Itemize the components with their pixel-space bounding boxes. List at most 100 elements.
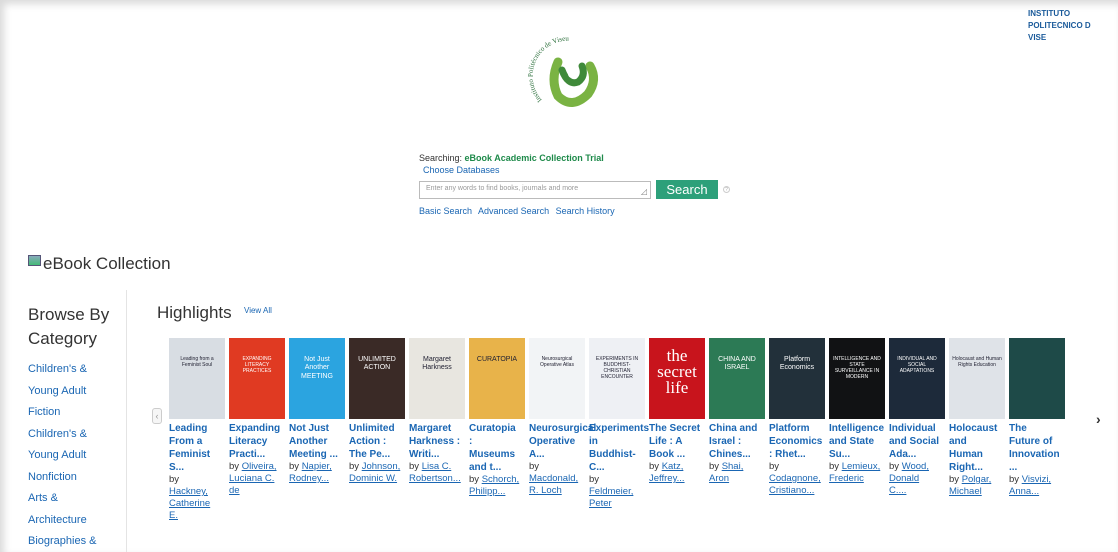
- book-item[interactable]: UNLIMITED ACTION Unlimited Action : The P…: [349, 338, 406, 485]
- book-cover[interactable]: UNLIMITED ACTION: [349, 338, 405, 419]
- book-cover-text: INTELLIGENCE AND STATE SURVEILLANCE IN M…: [833, 356, 881, 380]
- book-cover[interactable]: Not Just Another MEETING: [289, 338, 345, 419]
- book-title[interactable]: Platform Economics : Rhet...: [769, 422, 826, 461]
- book-by-label: by: [289, 461, 300, 472]
- book-byline: by Wood, Donald C....: [889, 461, 946, 497]
- book-by-label: by: [349, 461, 360, 472]
- book-cover[interactable]: CHINA AND ISRAEL: [709, 338, 765, 419]
- book-cover[interactable]: Leading from a Feminist Soul: [169, 338, 225, 419]
- chevron-left-icon[interactable]: ‹: [152, 408, 162, 424]
- book-byline: by Schorch, Philipp...: [469, 474, 526, 498]
- category-item[interactable]: Fiction: [28, 402, 123, 424]
- book-cover[interactable]: CURATOPIA: [469, 338, 525, 419]
- book-author-link[interactable]: Hackney, Catherine E.: [169, 486, 210, 521]
- book-cover[interactable]: Holocaust and Human Rights Education: [949, 338, 1005, 419]
- book-cover-text: CURATOPIA: [476, 356, 518, 363]
- category-item[interactable]: Young Adult: [28, 381, 123, 403]
- book-cover[interactable]: EXPANDING LITERACY PRACTICES: [229, 338, 285, 419]
- book-title[interactable]: Individual and Social Ada...: [889, 422, 946, 461]
- book-item[interactable]: INTELLIGENCE AND STATE SURVEILLANCE IN M…: [829, 338, 886, 485]
- book-by-label: by: [709, 461, 720, 472]
- highlights-carousel: ‹ Leading from a Feminist Soul Leading Fr…: [152, 338, 1112, 552]
- book-cover-text: Not Just Another MEETING: [301, 356, 333, 380]
- resize-grip-icon[interactable]: ◿: [641, 187, 647, 196]
- book-title[interactable]: Holocaust and Human Right...: [949, 422, 1006, 474]
- search-button[interactable]: Search: [656, 180, 718, 199]
- chevron-right-icon[interactable]: ›: [1096, 411, 1101, 427]
- book-title[interactable]: China and Israel : Chines...: [709, 422, 766, 461]
- book-cover-text: Platform Economics: [779, 356, 815, 372]
- book-title[interactable]: The Future of Innovation ...: [1009, 422, 1066, 474]
- book-author-link[interactable]: Feldmeier, Peter: [589, 486, 633, 509]
- book-by-label: by: [229, 461, 240, 472]
- book-title[interactable]: Leading From a Feminist S...: [169, 422, 226, 474]
- book-cover[interactable]: the secret life: [649, 338, 705, 419]
- advanced-search-link[interactable]: Advanced Search: [478, 206, 549, 216]
- category-item[interactable]: Biographies &: [28, 531, 123, 552]
- book-item[interactable]: EXPANDING LITERACY PRACTICES Expanding Li…: [229, 338, 286, 497]
- database-name: eBook Academic Collection Trial: [464, 153, 604, 163]
- book-cover[interactable]: EXPERIMENTS IN BUDDHIST-CHRISTIAN ENCOUN…: [589, 338, 645, 419]
- institution-name: INSTITUTO POLITECNICO D VISE: [1028, 8, 1118, 44]
- category-item[interactable]: Nonfiction: [28, 467, 123, 489]
- book-item[interactable]: Neurosurgical Operative Atlas Neurosurgic…: [529, 338, 596, 497]
- book-item[interactable]: the secret life The Secret Life : A Book …: [649, 338, 706, 485]
- sidebar-title-line: Browse By: [28, 305, 110, 324]
- book-by-label: by: [589, 474, 600, 485]
- category-item[interactable]: Architecture: [28, 510, 123, 532]
- searching-line: Searching: eBook Academic Collection Tri…: [419, 153, 739, 163]
- category-item[interactable]: Children's &: [28, 424, 123, 446]
- searching-label: Searching:: [419, 153, 463, 163]
- book-cover[interactable]: INTELLIGENCE AND STATE SURVEILLANCE IN M…: [829, 338, 885, 419]
- book-byline: by Macdonald, R. Loch: [529, 461, 586, 497]
- book-item[interactable]: CHINA AND ISRAEL China and Israel : Chine…: [709, 338, 766, 485]
- book-cover[interactable]: [1009, 338, 1065, 419]
- book-by-label: by: [409, 461, 420, 472]
- book-item[interactable]: Not Just Another MEETING Not Just Another…: [289, 338, 346, 485]
- book-author-link[interactable]: Codagnone, Cristiano...: [769, 473, 821, 496]
- book-item[interactable]: EXPERIMENTS IN BUDDHIST-CHRISTIAN ENCOUN…: [589, 338, 649, 510]
- category-item[interactable]: Children's &: [28, 359, 123, 381]
- book-title[interactable]: The Secret Life : A Book ...: [649, 422, 706, 461]
- book-cover[interactable]: Platform Economics: [769, 338, 825, 419]
- book-item[interactable]: Platform Economics Platform Economics : R…: [769, 338, 826, 497]
- book-title[interactable]: Curatopia : Museums and t...: [469, 422, 526, 474]
- book-title[interactable]: Experiments in Buddhist- C...: [589, 422, 649, 474]
- view-all-link[interactable]: View All: [244, 306, 272, 315]
- basic-search-link[interactable]: Basic Search: [419, 206, 472, 216]
- book-item[interactable]: The Future of Innovation ... by Visvizi, …: [1009, 338, 1066, 498]
- book-cover-text: Neurosurgical Operative Atlas: [540, 356, 574, 368]
- category-item[interactable]: Young Adult: [28, 445, 123, 467]
- book-title[interactable]: Neurosurgical Operative A...: [529, 422, 596, 461]
- search-links: Basic Search Advanced Search Search Hist…: [419, 206, 739, 216]
- book-item[interactable]: Margaret Harkness Margaret Harkness : Wri…: [409, 338, 466, 485]
- book-title[interactable]: Not Just Another Meeting ...: [289, 422, 346, 461]
- book-by-label: by: [1009, 474, 1020, 485]
- help-icon[interactable]: ?: [723, 186, 730, 193]
- book-cover[interactable]: Margaret Harkness: [409, 338, 465, 419]
- book-cover[interactable]: Neurosurgical Operative Atlas: [529, 338, 585, 419]
- book-by-label: by: [949, 474, 960, 485]
- book-author-link[interactable]: Macdonald, R. Loch: [529, 473, 578, 496]
- book-title[interactable]: Intelligence and State Su...: [829, 422, 886, 461]
- search-input[interactable]: Enter any words to find books, journals …: [419, 180, 651, 199]
- sidebar-divider: [126, 290, 127, 552]
- book-title[interactable]: Margaret Harkness : Writi...: [409, 422, 466, 461]
- page: INSTITUTO POLITECNICO D VISE Instituto P…: [0, 0, 1118, 552]
- book-item[interactable]: Leading from a Feminist Soul Leading From…: [169, 338, 226, 522]
- book-title[interactable]: Expanding Literacy Practi...: [229, 422, 286, 461]
- book-title[interactable]: Unlimited Action : The Pe...: [349, 422, 406, 461]
- book-cover[interactable]: INDIVIDUAL AND SOCIAL ADAPTATIONS: [889, 338, 945, 419]
- book-item[interactable]: INDIVIDUAL AND SOCIAL ADAPTATIONS Individ…: [889, 338, 946, 497]
- book-byline: by Codagnone, Cristiano...: [769, 461, 826, 497]
- book-by-label: by: [889, 461, 900, 472]
- institution-line: VISE: [1028, 33, 1047, 42]
- book-item[interactable]: Holocaust and Human Rights Education Holo…: [949, 338, 1006, 498]
- book-byline: by Shai, Aron: [709, 461, 766, 485]
- highlights-title: Highlights: [157, 303, 232, 322]
- search-history-link[interactable]: Search History: [556, 206, 615, 216]
- category-item[interactable]: Arts &: [28, 488, 123, 510]
- choose-databases-link[interactable]: Choose Databases: [423, 165, 739, 175]
- book-item[interactable]: CURATOPIA Curatopia : Museums and t... by …: [469, 338, 526, 498]
- book-cover-text: EXPERIMENTS IN BUDDHIST-CHRISTIAN ENCOUN…: [595, 356, 639, 380]
